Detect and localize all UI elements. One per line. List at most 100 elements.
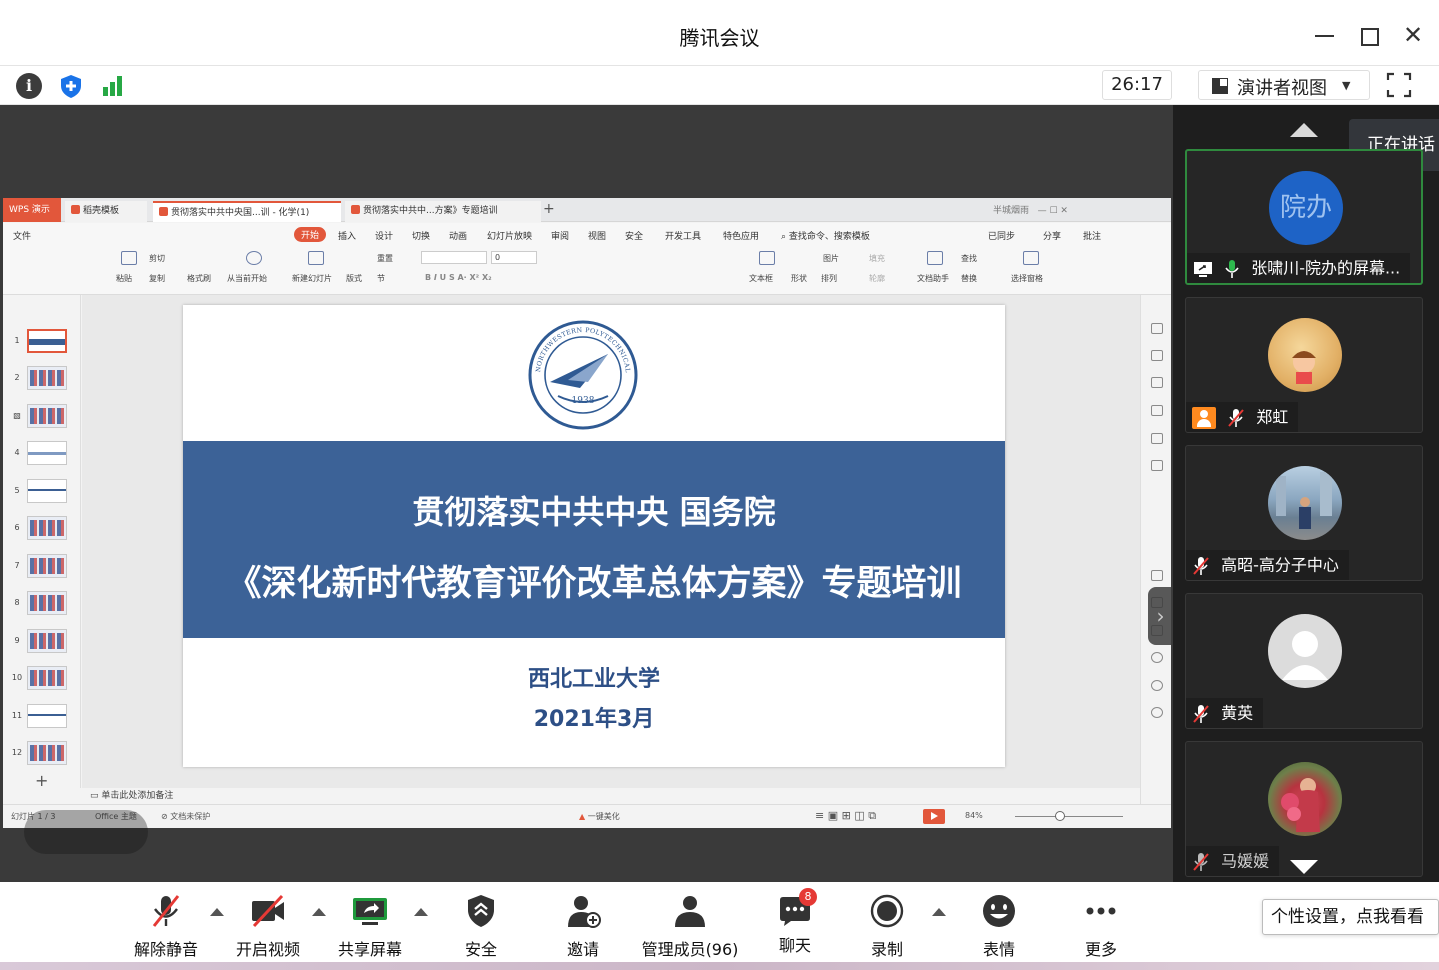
scroll-up-arrow-icon[interactable] [1290,123,1318,137]
tool-icon[interactable] [1151,405,1163,416]
chat-button[interactable]: 8 聊天 [766,888,824,956]
minimize-button[interactable] [1310,20,1340,50]
participant-tile[interactable]: 郑虹 [1185,297,1423,433]
zoom-slider-knob[interactable] [1055,811,1065,821]
notes-placeholder[interactable]: ▭ 单击此处添加备注 [82,788,1140,804]
tool-icon[interactable] [1151,570,1163,581]
copy-button[interactable]: 复制 [149,273,165,284]
invite-button[interactable]: 邀请 [554,894,612,960]
layout-button[interactable]: 版式 [346,273,362,284]
video-options-caret-icon[interactable] [312,908,326,916]
menu-insert[interactable]: 插入 [338,229,356,242]
picture-button[interactable]: 图片 [823,253,839,264]
wps-app-tab[interactable]: WPS 演示 [3,198,61,222]
tab-document-2[interactable]: 贯彻落实中共中...方案》专题培训 [345,201,541,222]
menu-view[interactable]: 视图 [588,229,606,242]
thumbnail-5[interactable]: 5 [3,477,81,507]
record-button[interactable]: 录制 [858,894,916,960]
menu-slideshow[interactable]: 幻灯片放映 [487,229,532,242]
menu-animation[interactable]: 动画 [449,229,467,242]
textbox-icon[interactable] [759,251,775,265]
zoom-slider-track[interactable] [1015,816,1123,817]
thumbnail-8[interactable]: 8 [3,589,81,619]
reset-button[interactable]: 重置 [377,253,393,264]
new-tab-button[interactable]: + [543,201,555,217]
record-options-caret-icon[interactable] [932,908,946,916]
tool-icon[interactable] [1151,350,1163,361]
thumbnail-7[interactable]: 7 [3,552,81,582]
help-icon[interactable] [1151,707,1163,718]
menu-file[interactable]: 文件 [13,229,31,242]
tab-document-active[interactable]: 贯彻落实中共中央国...训 - 化学(1) [153,201,341,222]
more-button[interactable]: 更多 [1072,894,1130,960]
menu-review[interactable]: 审阅 [551,229,569,242]
screen-share-float-controls[interactable] [24,810,148,854]
participant-tile[interactable]: 院办 张啸川-院办的屏幕... [1185,149,1423,285]
thumbnail-11[interactable]: 11 [3,702,81,732]
play-from-current-icon[interactable] [246,251,262,265]
menu-features[interactable]: 特色应用 [723,229,759,242]
thumbnail-1[interactable]: 1 [3,327,81,357]
scroll-down-arrow-icon[interactable] [1290,860,1318,874]
beautify-button[interactable]: ▲ 一键美化 [579,811,620,822]
thumbnail-12[interactable]: 12 [3,739,81,769]
participant-tile[interactable]: 马媛媛 [1185,741,1423,877]
menu-developer[interactable]: 开发工具 [665,229,701,242]
paste-icon[interactable] [121,251,137,265]
tool-icon[interactable] [1151,652,1163,663]
view-mode-icons[interactable]: ≡ ▣ ⊞ ◫ ⧉ [815,809,876,823]
view-mode-dropdown[interactable]: 演讲者视图 ▼ [1198,70,1370,100]
chart-icon[interactable] [1151,460,1163,471]
cut-button[interactable]: 剪切 [149,253,165,264]
thumbnail-3[interactable]: ▧ [3,402,81,432]
menu-security[interactable]: 安全 [625,229,643,242]
start-video-button[interactable]: 开启视频 [232,894,304,960]
format-painter-button[interactable]: 格式刷 [187,273,211,284]
selection-pane-icon[interactable] [1023,251,1039,265]
outline-button[interactable]: 轮廓 [869,273,885,284]
thumbnail-9[interactable]: 9 [3,627,81,657]
share-options-caret-icon[interactable] [414,908,428,916]
reactions-button[interactable]: 表情 [970,894,1028,960]
user-name[interactable]: 半城烟雨 [993,206,1029,216]
share-link[interactable]: 分享 [1043,229,1061,242]
thumbnail-6[interactable]: 6 [3,514,81,544]
zoom-level[interactable]: 84% [965,811,983,820]
add-slide-button[interactable]: + [35,771,48,790]
info-icon[interactable]: i [16,73,42,99]
font-family-select[interactable] [421,251,487,264]
section-button[interactable]: 节 [377,273,385,284]
sync-status[interactable]: 已同步 [988,229,1015,242]
doc-assistant-icon[interactable] [927,251,943,265]
menu-transition[interactable]: 切换 [412,229,430,242]
menu-home[interactable]: 开始 [294,227,327,242]
unmute-button[interactable]: 解除静音 [130,894,202,960]
shapes-button[interactable]: 形状 [791,273,807,284]
font-size-select[interactable]: 0 [491,251,537,264]
audio-options-caret-icon[interactable] [210,908,224,916]
thumbnail-4[interactable]: 4 [3,439,81,469]
comments-link[interactable]: 批注 [1083,229,1101,242]
manage-members-button[interactable]: 管理成员(96) [640,894,740,960]
share-screen-button[interactable]: 共享屏幕 [334,894,406,960]
security-shield-icon[interactable] [58,73,84,99]
personalization-tooltip[interactable]: 个性设置，点我看看 [1262,899,1439,935]
new-slide-icon[interactable] [308,251,324,265]
thumbnail-2[interactable]: 2 [3,364,81,394]
fill-button[interactable]: 填充 [869,253,885,264]
current-slide[interactable]: 1938 NORTHWESTERN POLYTECHNICAL UNIVERSI… [183,305,1005,767]
thumbnail-10[interactable]: 10 [3,664,81,694]
protect-status[interactable]: ⊘ 文档未保护 [161,811,210,822]
slide-canvas[interactable]: 1938 NORTHWESTERN POLYTECHNICAL UNIVERSI… [82,295,1140,788]
bold-button[interactable]: B I U S A· X² X₂ [425,273,492,282]
participant-tile[interactable]: 高昭-高分子中心 [1185,445,1423,581]
tool-icon[interactable] [1151,323,1163,334]
tool-icon[interactable] [1151,377,1163,388]
tool-icon[interactable] [1151,433,1163,444]
close-button[interactable]: ✕ [1398,20,1428,50]
slideshow-play-button[interactable] [923,809,945,824]
maximize-button[interactable] [1354,20,1384,50]
participant-tile[interactable]: 黄英 [1185,593,1423,729]
tab-templates[interactable]: 稻壳模板 [65,201,147,222]
history-icon[interactable] [1151,680,1163,691]
